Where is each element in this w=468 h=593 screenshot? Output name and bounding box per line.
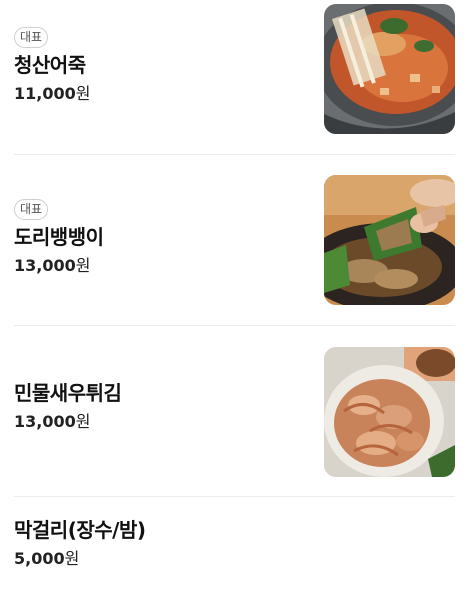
menu-item-fried-shrimp[interactable]: 민물새우튀김 13,000원 — [0, 326, 468, 497]
menu-list: 대표 청산어죽 11,000원 대표 도리뱅뱅이 13,000원 민물새우튀김 … — [0, 0, 468, 593]
price-value: 11,000 — [14, 84, 76, 103]
menu-item-name: 민물새우튀김 — [14, 381, 122, 405]
signature-badge: 대표 — [14, 27, 49, 48]
menu-item-doribaengbaengi[interactable]: 대표 도리뱅뱅이 13,000원 — [0, 155, 468, 326]
price-value: 13,000 — [14, 412, 76, 431]
doribaengbaengi-photo-image — [324, 175, 455, 305]
currency-unit: 원 — [75, 84, 91, 103]
currency-unit: 원 — [64, 549, 80, 568]
signature-badge: 대표 — [14, 199, 49, 220]
menu-item-photo[interactable] — [324, 347, 455, 477]
menu-item-photo[interactable] — [324, 175, 455, 305]
menu-item-name: 청산어죽 — [14, 53, 86, 77]
menu-item-price: 13,000원 — [14, 411, 304, 433]
fried-shrimp-photo-image — [324, 347, 455, 477]
menu-item-name: 도리뱅뱅이 — [14, 225, 104, 249]
menu-item-photo[interactable] — [324, 4, 455, 134]
menu-item-price: 5,000원 — [14, 548, 304, 570]
currency-unit: 원 — [75, 256, 91, 275]
menu-item-price: 13,000원 — [14, 255, 304, 277]
price-value: 13,000 — [14, 256, 76, 275]
menu-item-makgeolli[interactable]: 막걸리(장수/밤) 5,000원 — [0, 497, 468, 593]
price-value: 5,000 — [14, 549, 65, 568]
menu-item-price: 11,000원 — [14, 83, 304, 105]
menu-item-name: 막걸리(장수/밤) — [14, 518, 146, 542]
menu-item-cheongsan-eojuk[interactable]: 대표 청산어죽 11,000원 — [0, 0, 468, 155]
currency-unit: 원 — [75, 412, 91, 431]
eojuk-photo-image — [324, 4, 455, 134]
